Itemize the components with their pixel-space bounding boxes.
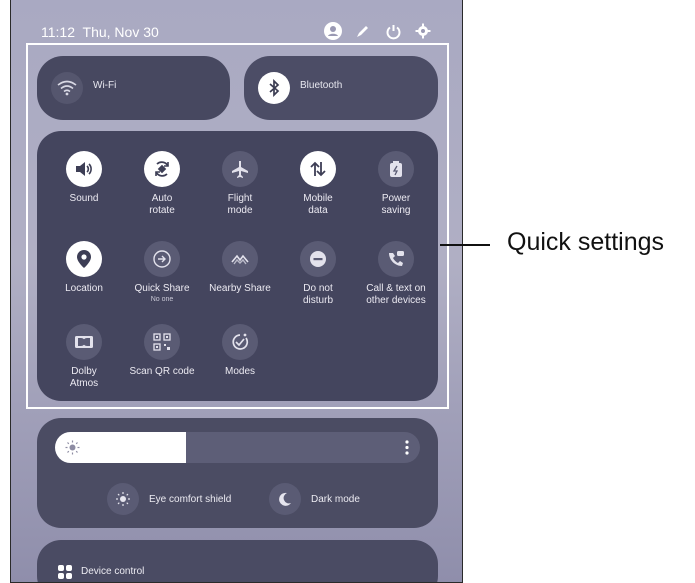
callout-label: Quick settings bbox=[507, 228, 665, 256]
settings-icon[interactable] bbox=[414, 22, 432, 40]
date-text: Thu, Nov 30 bbox=[82, 24, 159, 40]
callout-line bbox=[440, 244, 490, 246]
device-control-icon bbox=[58, 565, 72, 579]
brightness-slider[interactable] bbox=[55, 432, 420, 463]
eye-comfort-icon bbox=[107, 483, 139, 515]
status-bar: 11:12 Thu, Nov 30 bbox=[11, 0, 462, 46]
moon-icon bbox=[269, 483, 301, 515]
device-control-panel[interactable]: Device control bbox=[37, 540, 438, 582]
user-icon[interactable] bbox=[324, 22, 342, 40]
sun-icon bbox=[65, 440, 80, 455]
time-text: 11:12 bbox=[41, 24, 75, 40]
more-options-icon[interactable] bbox=[404, 439, 410, 456]
quick-panel: 11:12 Thu, Nov 30 Wi-Fi Bluetooth Sound … bbox=[10, 0, 463, 583]
dark-mode-chip[interactable]: Dark mode bbox=[269, 482, 360, 516]
power-icon[interactable] bbox=[384, 22, 402, 40]
dark-mode-label: Dark mode bbox=[311, 493, 360, 505]
status-time: 11:12 Thu, Nov 30 bbox=[41, 24, 159, 40]
brightness-panel: Eye comfort shield Dark mode bbox=[37, 418, 438, 528]
device-control-label: Device control bbox=[81, 566, 145, 577]
quick-settings-highlight bbox=[26, 43, 449, 409]
edit-icon[interactable] bbox=[354, 22, 372, 40]
eye-comfort-label: Eye comfort shield bbox=[149, 493, 232, 505]
eye-comfort-chip[interactable]: Eye comfort shield bbox=[107, 482, 231, 516]
